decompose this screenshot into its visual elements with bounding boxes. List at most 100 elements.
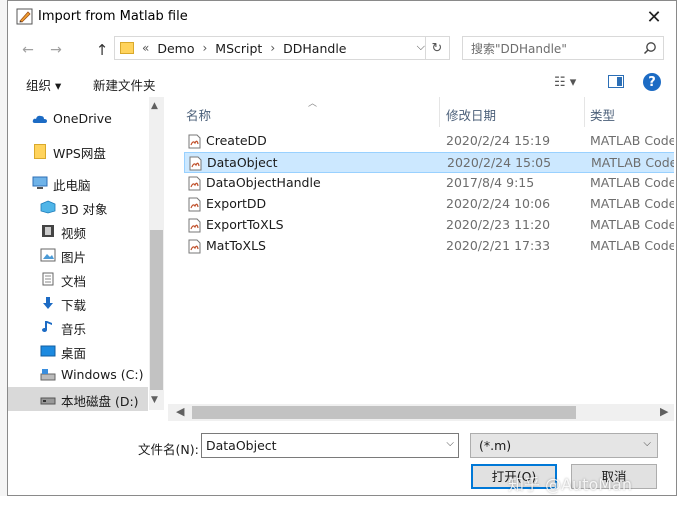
title-bar: Import from Matlab file ✕ xyxy=(8,1,676,33)
sidebar-scrollbar-thumb[interactable] xyxy=(150,230,163,390)
file-row[interactable]: ExportDD 2020/2/24 10:06 MATLAB Code xyxy=(184,194,674,215)
navigation-pane: OneDrive WPS网盘 此电脑 3D 对象 视频 图片 文档 下载 音乐 … xyxy=(8,97,164,411)
drive-icon xyxy=(40,397,56,405)
file-type: MATLAB Code xyxy=(591,155,674,170)
sidebar-item-3d-objects[interactable]: 3D 对象 xyxy=(8,195,148,219)
edit-pencil-icon xyxy=(16,8,33,25)
scroll-up-icon[interactable]: ▲ xyxy=(151,101,158,111)
view-options-icon[interactable]: ☷ ▾ xyxy=(554,75,576,90)
music-icon xyxy=(42,321,52,332)
column-header-type[interactable]: 类型 xyxy=(590,105,615,124)
filename-value: DataObject xyxy=(206,438,277,453)
search-icon[interactable] xyxy=(643,41,657,55)
forward-button[interactable]: → xyxy=(46,41,66,59)
sidebar-item-documents[interactable]: 文档 xyxy=(8,267,148,291)
sidebar-item-label: Windows (C:) xyxy=(61,367,144,382)
file-date: 2020/2/24 15:19 xyxy=(446,133,551,148)
computer-icon xyxy=(32,176,48,189)
file-name: ExportDD xyxy=(206,196,267,211)
arrow-up-icon: ↑ xyxy=(95,41,109,59)
file-type: MATLAB Code xyxy=(590,196,674,211)
file-type: MATLAB Code xyxy=(590,217,674,232)
matlab-file-icon xyxy=(188,218,201,233)
sidebar-item-label: 桌面 xyxy=(61,346,87,361)
scroll-left-icon[interactable]: ◀ xyxy=(176,405,184,418)
desktop-icon xyxy=(40,345,56,357)
preview-pane-icon[interactable] xyxy=(608,75,624,88)
sidebar-item-label: 3D 对象 xyxy=(61,202,108,217)
breadcrumb-item-ddhandle[interactable]: DDHandle xyxy=(283,41,346,56)
breadcrumb-overflow-icon[interactable]: « xyxy=(142,41,149,55)
sidebar-item-label: 下载 xyxy=(61,298,87,313)
sidebar-item-drive-d[interactable]: 本地磁盘 (D:) xyxy=(8,387,148,411)
watermark: 知乎 @AutoMan xyxy=(508,475,632,494)
breadcrumb-item-demo[interactable]: Demo xyxy=(157,41,194,56)
sidebar-item-label: WPS网盘 xyxy=(53,146,106,161)
file-row[interactable]: DataObjectHandle 2017/8/4 9:15 MATLAB Co… xyxy=(184,173,674,194)
file-date: 2020/2/23 11:20 xyxy=(446,217,551,232)
sidebar-item-pictures[interactable]: 图片 xyxy=(8,243,148,267)
scroll-right-icon[interactable]: ▶ xyxy=(660,405,668,418)
filter-value: (*.m) xyxy=(479,438,512,453)
matlab-file-icon xyxy=(188,176,201,191)
filename-label: 文件名(N): xyxy=(138,442,199,457)
file-name: CreateDD xyxy=(206,133,267,148)
import-dialog: Import from Matlab file ✕ ← → ↑ « Demo ›… xyxy=(7,0,677,496)
file-type-filter[interactable]: (*.m) ⌵ xyxy=(470,433,658,458)
sidebar-item-label: 本地磁盘 (D:) xyxy=(61,394,139,409)
file-row[interactable]: MatToXLS 2020/2/21 17:33 MATLAB Code xyxy=(184,236,674,257)
file-date: 2020/2/21 17:33 xyxy=(446,238,551,253)
breadcrumb-item-mscript[interactable]: MScript xyxy=(215,41,262,56)
file-type: MATLAB Code xyxy=(590,238,674,253)
sort-ascending-icon: ︿ xyxy=(308,99,318,109)
new-folder-button[interactable]: 新建文件夹 xyxy=(93,75,156,94)
refresh-icon[interactable]: ↻ xyxy=(425,37,448,59)
sidebar-item-videos[interactable]: 视频 xyxy=(8,219,148,243)
sidebar-item-onedrive[interactable]: OneDrive xyxy=(8,107,148,131)
sidebar-item-label: 图片 xyxy=(61,250,87,265)
filename-field[interactable]: DataObject ⌵ xyxy=(201,433,459,458)
back-button[interactable]: ← xyxy=(18,41,38,59)
column-divider[interactable] xyxy=(584,97,585,127)
cloud-icon xyxy=(32,115,47,123)
chevron-right-icon[interactable]: › xyxy=(202,41,207,55)
chevron-right-icon[interactable]: › xyxy=(270,41,275,55)
sidebar-item-drive-c[interactable]: Windows (C:) xyxy=(8,363,148,387)
sidebar-item-downloads[interactable]: 下载 xyxy=(8,291,148,315)
search-input[interactable]: 搜索"DDHandle" xyxy=(462,36,664,60)
close-button[interactable]: ✕ xyxy=(632,1,676,33)
column-divider[interactable] xyxy=(439,97,440,127)
chevron-down-icon[interactable]: ⌵ xyxy=(643,438,651,449)
file-row[interactable]: DataObject 2020/2/24 15:05 MATLAB Code xyxy=(184,152,674,173)
sidebar-item-music[interactable]: 音乐 xyxy=(8,315,148,339)
organize-menu[interactable]: 组织 ▾ xyxy=(26,75,61,94)
search-placeholder: 搜索"DDHandle" xyxy=(471,41,567,56)
sidebar-item-this-pc[interactable]: 此电脑 xyxy=(8,171,148,195)
command-toolbar: 组织 ▾ 新建文件夹 ☷ ▾ ? xyxy=(8,67,676,97)
sidebar-item-desktop[interactable]: 桌面 xyxy=(8,339,148,363)
file-name: DataObjectHandle xyxy=(206,175,321,190)
sidebar-item-label: OneDrive xyxy=(53,111,112,126)
video-icon xyxy=(42,225,54,237)
help-icon[interactable]: ? xyxy=(643,73,661,91)
up-button[interactable]: ↑ xyxy=(92,41,112,59)
close-icon: ✕ xyxy=(646,6,662,28)
file-row[interactable]: CreateDD 2020/2/24 15:19 MATLAB Code xyxy=(184,131,674,152)
file-row[interactable]: ExportToXLS 2020/2/23 11:20 MATLAB Code xyxy=(184,215,674,236)
column-header-name[interactable]: 名称 xyxy=(186,105,211,124)
address-bar[interactable]: « Demo › MScript › DDHandle ⌵ ↻ xyxy=(114,36,450,60)
picture-icon xyxy=(40,248,56,262)
cube-icon xyxy=(40,200,56,214)
scroll-down-icon[interactable]: ▼ xyxy=(151,395,158,405)
chevron-down-icon[interactable]: ⌵ xyxy=(446,438,454,449)
chevron-down-icon[interactable]: ⌵ xyxy=(417,40,425,54)
sidebar-item-wps[interactable]: WPS网盘 xyxy=(8,139,148,163)
file-name: DataObject xyxy=(207,155,278,170)
horizontal-scrollbar-thumb[interactable] xyxy=(192,406,576,419)
horizontal-scrollbar[interactable]: ◀ ▶ xyxy=(168,404,674,421)
sidebar-item-label: 此电脑 xyxy=(53,178,91,193)
column-header-date[interactable]: 修改日期 xyxy=(446,105,496,124)
file-list: ︿ 名称 修改日期 类型 CreateDD 2020/2/24 15:19 MA… xyxy=(168,97,674,410)
matlab-file-icon xyxy=(188,197,201,212)
file-type: MATLAB Code xyxy=(590,133,674,148)
